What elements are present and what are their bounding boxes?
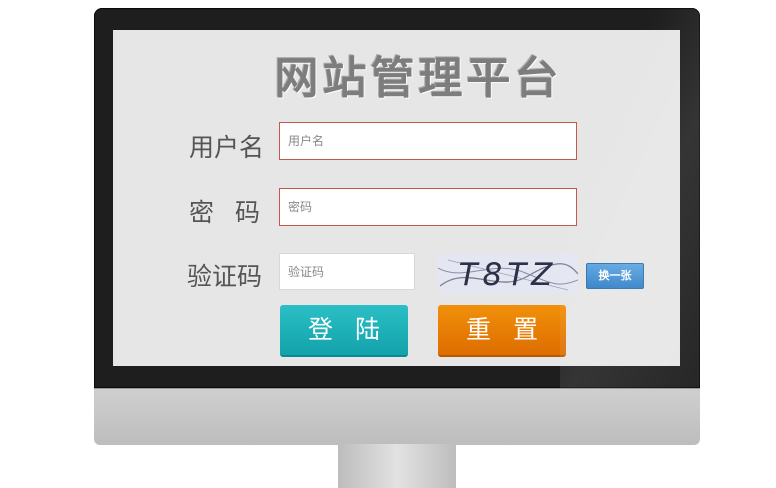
- captcha-input[interactable]: [279, 253, 415, 290]
- password-label: 密码: [189, 198, 282, 227]
- login-screen: 网站管理平台 用户名 密码 验证码 T8TZ 换一张 登陆 重置: [113, 30, 680, 366]
- password-input[interactable]: [279, 188, 577, 226]
- login-button[interactable]: 登陆: [280, 305, 408, 357]
- monitor-chin: [94, 388, 700, 445]
- refresh-captcha-button[interactable]: 换一张: [586, 263, 644, 289]
- username-input[interactable]: [279, 122, 577, 160]
- captcha-text: T8TZ: [459, 257, 558, 293]
- captcha-image[interactable]: T8TZ: [437, 254, 579, 294]
- captcha-label: 验证码: [187, 262, 263, 291]
- monitor-stand: [338, 444, 456, 488]
- username-label: 用户名: [189, 133, 265, 162]
- page-title: 网站管理平台: [274, 53, 563, 104]
- reset-button[interactable]: 重置: [438, 305, 566, 357]
